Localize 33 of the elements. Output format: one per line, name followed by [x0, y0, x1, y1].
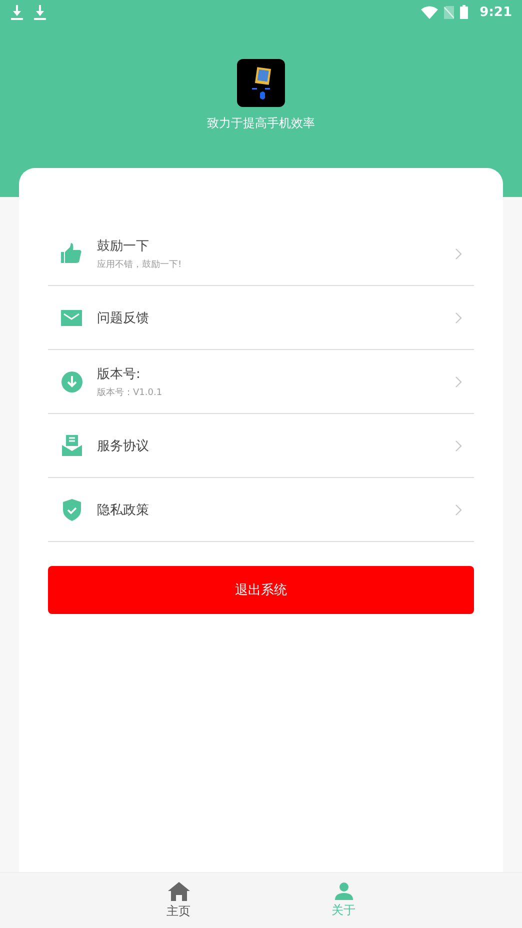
menu-item-title: 隐私政策	[97, 502, 150, 518]
menu-item[interactable]: 鼓励一下 应用不错，鼓励一下!	[48, 222, 474, 286]
wifi-icon	[420, 6, 438, 18]
battery-icon	[460, 5, 468, 19]
app-slogan: 致力于提高手机效率	[207, 115, 315, 132]
status-time: 9:21	[480, 4, 512, 20]
menu-item-title: 鼓励一下	[97, 238, 150, 254]
home-icon	[168, 882, 190, 900]
download-icon	[11, 4, 23, 20]
menu-item[interactable]: 服务协议	[48, 414, 474, 478]
chevron-right-icon	[455, 248, 462, 260]
menu-item-title: 问题反馈	[97, 310, 150, 326]
thumbs-up-icon	[61, 242, 83, 264]
person-icon	[334, 882, 352, 900]
nav-tab[interactable]: 主页	[136, 873, 221, 928]
chevron-right-icon	[455, 312, 462, 324]
chevron-right-icon	[455, 440, 462, 452]
menu-item-title: 服务协议	[97, 438, 150, 454]
menu-item[interactable]: 隐私政策	[48, 478, 474, 542]
menu-item[interactable]: 问题反馈	[48, 286, 474, 350]
shield-check-icon	[61, 498, 83, 520]
chevron-right-icon	[455, 504, 462, 516]
chevron-right-icon	[455, 376, 462, 388]
app-logo-icon	[237, 59, 285, 107]
download-icon	[34, 4, 46, 20]
menu-item-subtitle: 版本号：V1.0.1	[97, 386, 164, 398]
download-icon	[61, 370, 83, 392]
menu-item-subtitle: 应用不错，鼓励一下!	[97, 258, 183, 270]
menu-item-title: 版本号:	[97, 366, 142, 382]
logout-button[interactable]: 退出系统	[48, 566, 474, 614]
inbox-icon	[61, 434, 83, 456]
menu-item[interactable]: 版本号: 版本号：V1.0.1	[48, 350, 474, 414]
no-sim-icon	[444, 6, 454, 18]
